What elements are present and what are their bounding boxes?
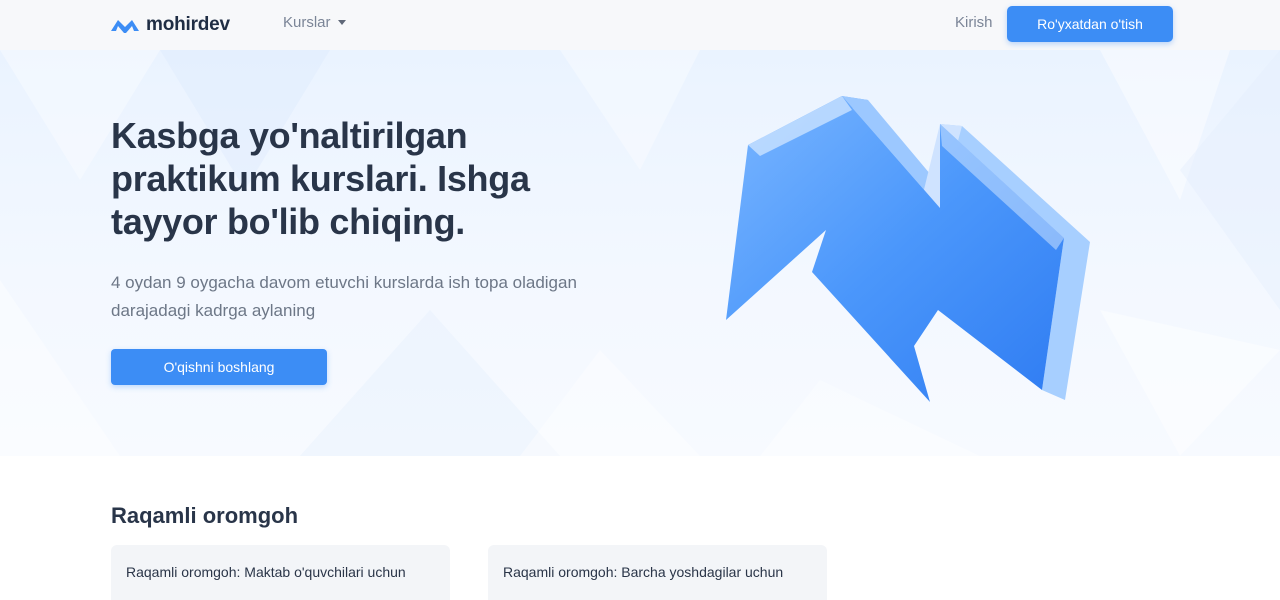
lightning-bolt-icon: [726, 96, 1090, 402]
top-navbar: mohirdev Kurslar Kirish Ro'yxatdan o'tis…: [0, 0, 1280, 50]
logo[interactable]: mohirdev: [111, 13, 230, 37]
hero-section: Kasbga yo'naltirilgan praktikum kurslari…: [0, 50, 1280, 456]
signup-button[interactable]: Ro'yxatdan o'tish: [1007, 6, 1173, 42]
mohirdev-logo-icon: [111, 20, 139, 33]
start-learning-button[interactable]: O'qishni boshlang: [111, 349, 327, 385]
course-card-title: Raqamli oromgoh: Barcha yoshdagilar uchu…: [503, 564, 784, 580]
hero-subtitle: 4 oydan 9 oygacha davom etuvchi kurslard…: [111, 273, 577, 320]
courses-label: Kurslar: [283, 14, 331, 31]
logo-text: mohirdev: [146, 14, 230, 35]
course-card[interactable]: Raqamli oromgoh: Barcha yoshdagilar uchu…: [488, 545, 827, 600]
courses-dropdown[interactable]: Kurslar: [283, 14, 346, 31]
login-link[interactable]: Kirish: [955, 14, 993, 31]
course-card[interactable]: Raqamli oromgoh: Maktab o'quvchilari uch…: [111, 545, 450, 600]
chevron-down-icon: [337, 20, 346, 25]
hero-title: Kasbga yo'naltirilgan praktikum kurslari…: [111, 115, 530, 242]
course-card-title: Raqamli oromgoh: Maktab o'quvchilari uch…: [126, 564, 406, 580]
section-title: Raqamli oromgoh: [111, 503, 299, 528]
